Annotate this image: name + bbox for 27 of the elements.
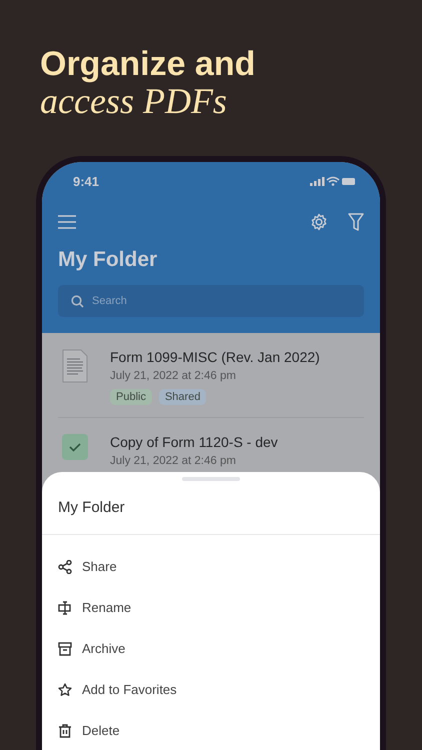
status-time: 9:41 [73, 174, 100, 188]
action-item[interactable]: Rename [42, 587, 380, 628]
checkbox-checked[interactable] [62, 434, 88, 460]
folder-title: My Folder [58, 248, 158, 272]
menu-icon[interactable] [58, 215, 76, 229]
status-icons [310, 176, 356, 186]
star-icon [58, 682, 72, 696]
archive-icon [58, 642, 72, 656]
action-item[interactable]: Add to Favorites [42, 669, 380, 710]
headline: Organize and [40, 46, 256, 82]
sheet-title: My Folder [42, 481, 380, 535]
trash-icon [58, 724, 72, 738]
headline-subtitle: access PDFs [40, 82, 228, 120]
action-item[interactable]: Share [42, 546, 380, 587]
settings-icon[interactable] [310, 213, 328, 231]
file-name[interactable]: Copy of Form 1120-S - dev [110, 434, 278, 450]
action-item[interactable]: Archive [42, 628, 380, 669]
filter-icon[interactable] [348, 213, 364, 231]
share-icon [58, 560, 72, 574]
tag: Shared [158, 389, 206, 405]
search-field[interactable]: Search [58, 285, 364, 317]
file-date: July 21, 2022 at 2:46 pm [110, 370, 237, 382]
tag: Public [110, 389, 152, 405]
file-name[interactable]: Form 1099-MISC (Rev. Jan 2022) [110, 349, 320, 365]
action-item[interactable]: Delete [42, 710, 380, 750]
rename-icon [58, 600, 72, 614]
file-date: July 21, 2022 at 2:46 pm [110, 455, 237, 467]
